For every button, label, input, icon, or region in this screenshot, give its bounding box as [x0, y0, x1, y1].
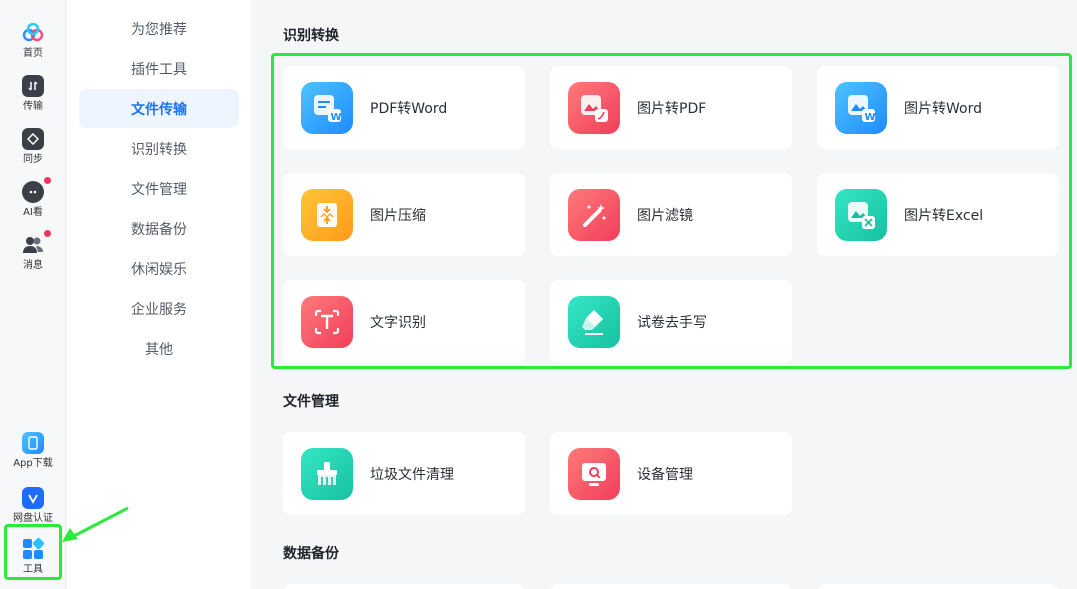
image-to-word-icon: W: [835, 81, 887, 134]
erase-handwriting-icon: [568, 295, 620, 348]
tool-card-image-compress[interactable]: 图片压缩: [283, 173, 525, 256]
section-title-file-management: 文件管理: [283, 394, 339, 410]
rail-transfer-label: 传输: [23, 101, 43, 112]
tool-card-partial[interactable]: [550, 584, 792, 589]
rail-verify-label: 网盘认证: [13, 513, 53, 524]
device-manage-icon: [568, 447, 620, 500]
rail-ai-label: AI看: [23, 207, 43, 218]
tool-label: 试卷去手写: [637, 314, 707, 331]
category-item[interactable]: 文件管理: [79, 169, 239, 208]
svg-text:W: W: [865, 112, 876, 123]
rail-tools-label: 工具: [23, 564, 43, 575]
cloud-logo-icon: [22, 22, 44, 44]
rail-home[interactable]: 首页: [0, 22, 66, 60]
category-item[interactable]: 为您推荐: [79, 9, 239, 48]
tool-label: 图片转Word: [904, 100, 982, 117]
image-filter-icon: [568, 188, 620, 241]
rail-app-download[interactable]: App下载: [0, 432, 66, 470]
tool-card-text-ocr[interactable]: 文字识别: [283, 280, 525, 363]
rail-sync[interactable]: 同步: [0, 128, 66, 166]
tool-card-partial[interactable]: [283, 584, 525, 589]
rail-sync-label: 同步: [23, 154, 43, 165]
section-title-backup: 数据备份: [283, 546, 339, 562]
rail-transfer[interactable]: 传输: [0, 75, 66, 113]
tool-card-image-to-excel[interactable]: 图片转Excel: [817, 173, 1059, 256]
rail-verify[interactable]: 网盘认证: [0, 487, 66, 525]
category-item[interactable]: 企业服务: [79, 289, 239, 328]
notification-dot: [44, 177, 51, 184]
tool-label: PDF转Word: [370, 100, 448, 117]
transfer-icon: [22, 75, 44, 97]
category-item[interactable]: 插件工具: [79, 49, 239, 88]
broom-cleanup-icon: [301, 447, 353, 500]
category-list: 为您推荐 插件工具 文件传输 识别转换 文件管理 数据备份 休闲娱乐 企业服务 …: [67, 0, 251, 589]
sync-icon: [22, 128, 44, 150]
tool-label: 图片转Excel: [904, 207, 984, 224]
verify-icon: [22, 487, 44, 509]
rail-messages[interactable]: 消息: [0, 230, 66, 272]
category-item[interactable]: 其他: [79, 329, 239, 368]
image-to-pdf-icon: [568, 81, 620, 134]
tool-card-image-to-word[interactable]: W 图片转Word: [817, 66, 1059, 149]
notification-dot: [44, 230, 51, 237]
category-item[interactable]: 数据备份: [79, 209, 239, 248]
tool-label: 设备管理: [637, 466, 693, 483]
tool-card-junk-cleanup[interactable]: 垃圾文件清理: [283, 432, 525, 515]
tool-card-pdf-to-word[interactable]: W PDF转Word: [283, 66, 525, 149]
tools-main: 识别转换 W PDF转Word 图片转PDF W 图片转Word 图片压缩 图片…: [251, 0, 1077, 589]
tool-card-image-filter[interactable]: 图片滤镜: [550, 173, 792, 256]
tool-label: 垃圾文件清理: [370, 466, 454, 483]
tool-label: 文字识别: [370, 314, 426, 331]
left-rail: 首页 传输 同步 AI看 消息 App下载 网盘认证 工具: [0, 0, 66, 589]
category-item-active[interactable]: 文件传输: [79, 89, 239, 128]
tool-card-device-manage[interactable]: 设备管理: [550, 432, 792, 515]
app-window: 首页 传输 同步 AI看 消息 App下载 网盘认证 工具 为您推荐 插件工具 …: [0, 0, 1077, 589]
image-to-excel-icon: [835, 188, 887, 241]
text-ocr-icon: [301, 295, 353, 348]
tool-card-erase-handwriting[interactable]: 试卷去手写: [550, 280, 792, 363]
phone-icon: [22, 432, 44, 454]
svg-text:W: W: [331, 112, 342, 123]
tool-card-partial[interactable]: [817, 584, 1059, 589]
rail-ai[interactable]: AI看: [0, 177, 66, 219]
ai-bot-icon: [22, 177, 51, 203]
tool-label: 图片转PDF: [637, 100, 707, 117]
pdf-to-word-icon: W: [301, 81, 353, 134]
image-compress-icon: [301, 188, 353, 241]
messages-icon: [22, 230, 51, 256]
rail-messages-label: 消息: [23, 260, 43, 271]
rail-home-label: 首页: [23, 48, 43, 59]
tools-grid-icon: [22, 538, 44, 560]
tool-label: 图片压缩: [370, 207, 426, 224]
section-title-recognition: 识别转换: [283, 28, 339, 44]
tool-label: 图片滤镜: [637, 207, 693, 224]
category-item[interactable]: 识别转换: [79, 129, 239, 168]
rail-app-download-label: App下载: [13, 458, 53, 469]
tool-card-image-to-pdf[interactable]: 图片转PDF: [550, 66, 792, 149]
category-item[interactable]: 休闲娱乐: [79, 249, 239, 288]
rail-tools[interactable]: 工具: [0, 538, 66, 576]
